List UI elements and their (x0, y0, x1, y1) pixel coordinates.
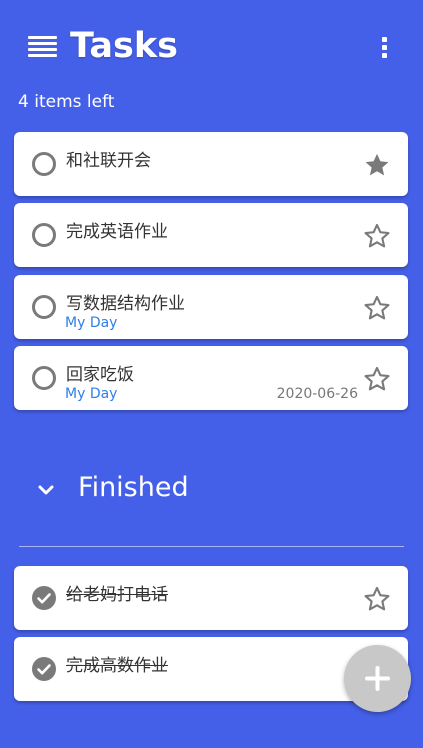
task-title: 回家吃饭 (66, 365, 134, 385)
task-list-tag: My Day (65, 386, 118, 402)
task-card[interactable]: 写数据结构作业 My Day (14, 275, 408, 339)
star-outline-icon[interactable] (363, 585, 391, 613)
star-outline-icon[interactable] (363, 294, 391, 322)
task-title: 给老妈打电话 (66, 585, 168, 605)
finished-section-toggle[interactable]: Finished (0, 462, 423, 518)
task-checkbox[interactable] (32, 152, 56, 176)
items-left-count: 4 items left (18, 92, 115, 112)
task-title: 和社联开会 (66, 151, 151, 171)
finished-task-card[interactable]: 给老妈打电话 (14, 566, 408, 630)
app-header: Tasks (0, 0, 423, 90)
finished-section-label: Finished (78, 472, 189, 503)
add-task-button[interactable] (344, 645, 411, 712)
check-circle-filled-icon[interactable] (32, 657, 56, 681)
star-filled-icon[interactable] (363, 151, 391, 179)
task-checkbox[interactable] (32, 223, 56, 247)
more-vertical-icon[interactable] (380, 37, 390, 61)
star-outline-icon[interactable] (363, 222, 391, 250)
star-outline-icon[interactable] (363, 365, 391, 393)
task-due-date: 2020-06-26 (276, 386, 358, 402)
task-title: 完成高数作业 (66, 656, 168, 676)
chevron-down-icon (38, 485, 54, 495)
task-card[interactable]: 和社联开会 (14, 132, 408, 196)
task-title: 写数据结构作业 (66, 294, 185, 314)
plus-icon (365, 666, 390, 691)
section-divider (19, 546, 404, 547)
hamburger-menu-icon[interactable] (28, 36, 57, 60)
check-circle-filled-icon[interactable] (32, 586, 56, 610)
task-list-tag: My Day (65, 315, 118, 331)
task-checkbox[interactable] (32, 295, 56, 319)
page-title: Tasks (70, 26, 178, 66)
task-checkbox[interactable] (32, 366, 56, 390)
task-card[interactable]: 完成英语作业 (14, 203, 408, 267)
task-title: 完成英语作业 (66, 222, 168, 242)
task-card[interactable]: 回家吃饭 My Day 2020-06-26 (14, 346, 408, 410)
